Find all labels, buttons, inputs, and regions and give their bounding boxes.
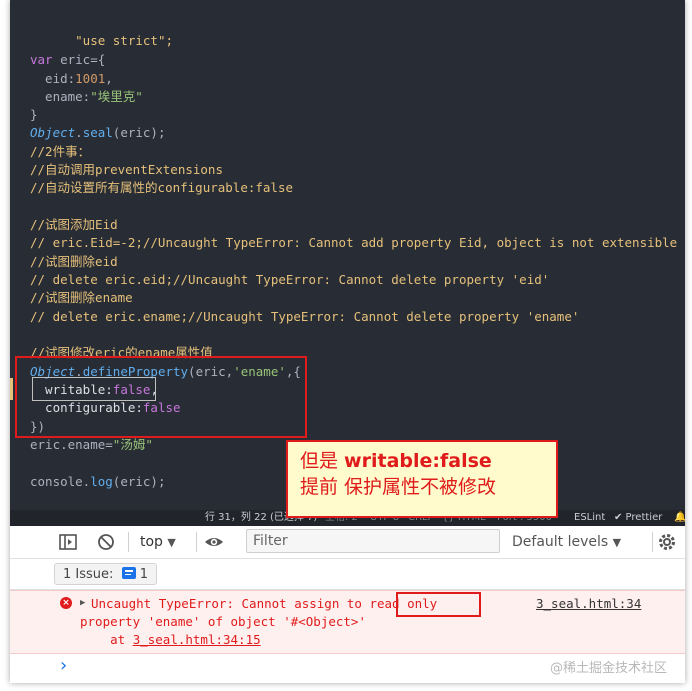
error-icon: × xyxy=(60,597,72,609)
code-text: eric.ename= xyxy=(30,437,113,452)
callout-text: 但是 xyxy=(300,450,345,472)
issues-count: 1 xyxy=(139,567,148,582)
stack-trace-link[interactable]: 3_seal.html:34:15 xyxy=(133,632,261,647)
message-icon xyxy=(121,567,136,579)
function-token: log xyxy=(90,474,113,489)
code-comment: //自动调用preventExtensions xyxy=(30,162,223,177)
object-token: Object xyxy=(30,125,76,140)
string-token: "汤姆" xyxy=(112,437,153,452)
code-comment: //试图添加Eid xyxy=(30,217,118,232)
code-text: (eric); xyxy=(112,474,166,489)
screenshot-frame: "use strict"; var eric={ eid:1001, ename… xyxy=(10,0,685,683)
error-text: at xyxy=(80,632,133,647)
eslint-status[interactable]: ESLint xyxy=(574,510,605,526)
code-text: eid: xyxy=(30,71,76,86)
error-line-3: at 3_seal.html:34:15 xyxy=(80,631,261,649)
modified-line-marker xyxy=(10,378,13,400)
toolbar-separator xyxy=(196,532,197,552)
context-value: top xyxy=(140,534,163,550)
code-line-5: ename:"埃里克" xyxy=(30,88,143,106)
code-text: (eric); xyxy=(112,125,166,140)
prompt-chevron-icon: › xyxy=(60,655,68,676)
expand-triangle-icon[interactable]: ▶ xyxy=(80,598,85,608)
code-text: , xyxy=(105,71,113,86)
code-line-3: var eric={ xyxy=(30,51,105,69)
keyword-token: var xyxy=(30,52,53,67)
code-comment: // delete eric.eid;//Uncaught TypeError:… xyxy=(30,272,550,287)
error-line-1: Uncaught TypeError: Cannot assign to rea… xyxy=(91,595,437,613)
code-text: console. xyxy=(30,474,91,489)
code-line-7: Object.seal(eric); xyxy=(30,124,165,142)
sidebar-toggle-icon[interactable] xyxy=(58,532,78,552)
callout-bold-text: writable:false xyxy=(344,450,492,472)
code-line-1: "use strict"; xyxy=(30,14,173,48)
string-token: "埃里克" xyxy=(90,89,143,104)
code-comment: // eric.Eid=-2;//Uncaught TypeError: Can… xyxy=(30,235,678,250)
eye-icon[interactable] xyxy=(204,532,224,552)
code-line-4: eid:1001, xyxy=(30,70,113,88)
error-text: Uncaught TypeError: Cannot assign to xyxy=(91,596,370,611)
function-token: seal xyxy=(82,125,113,140)
log-levels-value: Default levels xyxy=(512,534,609,550)
annotation-box-read-only xyxy=(396,592,481,617)
watermark-text: @稀土掘金技术社区 xyxy=(549,661,667,676)
console-error-message[interactable]: × ▶ Uncaught TypeError: Cannot assign to… xyxy=(10,590,685,654)
selection-highlight xyxy=(32,377,156,401)
code-comment: //试图删除ename xyxy=(30,290,133,305)
clear-console-icon[interactable] xyxy=(96,532,116,552)
issues-label: 1 Issue: xyxy=(63,567,114,582)
issues-button[interactable]: 1 Issue: 1 xyxy=(54,563,157,585)
code-text: } xyxy=(30,107,38,122)
toolbar-separator xyxy=(128,532,129,552)
log-levels-select[interactable]: Default levels ▼ xyxy=(512,532,621,552)
notification-bell-icon[interactable]: 🔔 xyxy=(674,510,685,526)
error-source-link[interactable]: 3_seal.html:34 xyxy=(536,595,641,613)
code-editor[interactable]: "use strict"; var eric={ eid:1001, ename… xyxy=(10,0,685,510)
code-comment: // delete eric.ename;//Uncaught TypeErro… xyxy=(30,309,580,324)
number-token: 1001 xyxy=(75,71,106,86)
gear-icon[interactable] xyxy=(657,532,677,552)
code-text: eric={ xyxy=(52,52,106,67)
code-line-6: } xyxy=(30,106,38,124)
context-select[interactable]: top ▼ xyxy=(140,532,176,552)
error-line-2: property 'ename' of object '#<Object>' xyxy=(80,614,366,629)
annotation-callout: 但是 writable:false 提前 保护属性不被修改 xyxy=(286,440,558,518)
filter-input[interactable] xyxy=(246,529,500,553)
code-comment: //2件事： xyxy=(30,144,91,159)
devtools-console: top ▼ Default levels ▼ 1 Issue: xyxy=(10,526,685,683)
code-line-log: console.log(eric); xyxy=(30,473,165,491)
callout-line-1: 但是 writable:false xyxy=(300,448,544,474)
prettier-status[interactable]: ✔ Prettier xyxy=(614,510,662,526)
issues-bar: 1 Issue: 1 xyxy=(10,559,685,590)
code-comment: //试图删除eid xyxy=(30,254,118,269)
dropdown-arrow-icon: ▼ xyxy=(167,536,176,549)
code-text: . xyxy=(75,125,83,140)
callout-line-2: 提前 保护属性不被修改 xyxy=(300,476,497,498)
code-line-assign: eric.ename="汤姆" xyxy=(30,436,153,454)
dropdown-arrow-icon: ▼ xyxy=(612,536,622,549)
toolbar-separator xyxy=(652,532,653,552)
code-text: ename: xyxy=(30,89,91,104)
string-token: "use strict"; xyxy=(75,33,173,48)
code-comment: //自动设置所有属性的configurable:false xyxy=(30,180,294,195)
console-toolbar: top ▼ Default levels ▼ xyxy=(10,526,685,559)
